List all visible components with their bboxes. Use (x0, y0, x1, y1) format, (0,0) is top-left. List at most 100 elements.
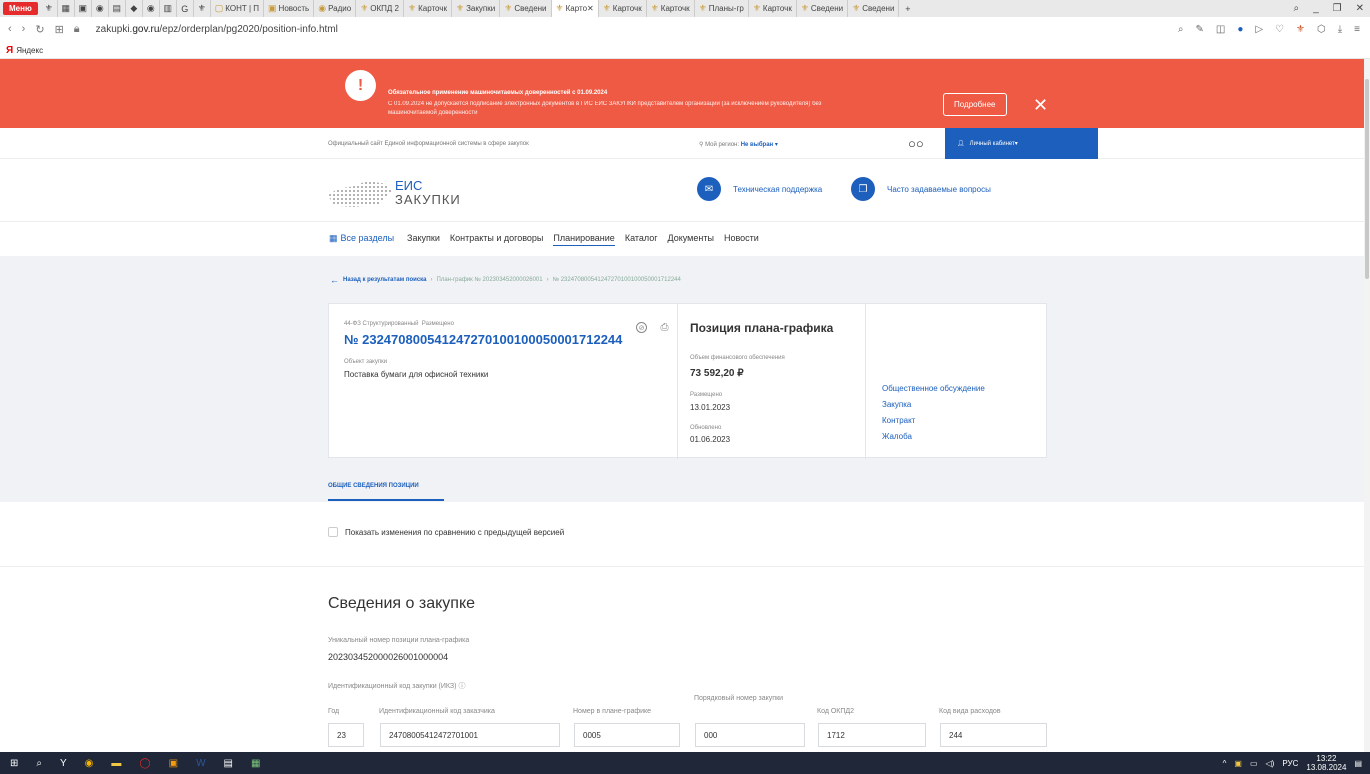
language-indicator[interactable]: РУС (1282, 759, 1298, 768)
info-icon[interactable]: ⓘ (458, 683, 465, 690)
archive-icon[interactable]: ▤ (224, 758, 233, 769)
personal-cabinet-button[interactable]: 👤︎ Личный кабинет ▾ (945, 128, 1098, 159)
network-icon[interactable]: ▭ (1250, 759, 1258, 768)
faq-link[interactable]: ❐ Часто задаваемые вопросы (851, 177, 991, 201)
link-complaint[interactable]: Жалоба (882, 432, 985, 441)
browser-tab[interactable]: ▣ Новость (264, 0, 315, 17)
browser-tab[interactable]: ◉ Радио (314, 0, 357, 17)
back-to-results-link[interactable]: Назад к результатам поиска (343, 277, 427, 283)
shield-icon[interactable]: ● (1237, 24, 1243, 35)
tray-expand-icon[interactable]: ^ (1223, 759, 1227, 768)
field-expense-code[interactable]: 244 (940, 723, 1047, 747)
browser-tab[interactable]: ⚜ Карточк (599, 0, 647, 17)
nav-item-contracts[interactable]: Контракты и договоры (450, 233, 544, 246)
word-icon[interactable]: W (196, 758, 205, 769)
alert-more-button[interactable]: Подробнее (943, 93, 1007, 116)
minimize-icon[interactable]: _ (1313, 3, 1319, 14)
app-icon[interactable]: ▣ (169, 758, 178, 769)
eis-logo[interactable]: ЕИС ЗАКУПКИ (328, 176, 478, 216)
link-purchase[interactable]: Закупка (882, 400, 985, 409)
support-link[interactable]: ✉ Техническая поддержка (697, 177, 822, 201)
back-icon[interactable]: ‹ (8, 23, 12, 36)
pinned-tab-icon[interactable]: ▤ (109, 0, 126, 17)
app-icon[interactable]: ▦ (251, 758, 260, 769)
browser-tab[interactable]: ▢ КОНТ | П (211, 0, 265, 17)
pinned-tab-icon[interactable]: ◆ (126, 0, 143, 17)
speed-dial-icon[interactable]: ⊞ (55, 23, 64, 36)
browser-tab[interactable]: ⚜ Карточк (749, 0, 797, 17)
nav-item-planning[interactable]: Планирование (553, 233, 615, 246)
nav-item-catalog[interactable]: Каталог (625, 233, 658, 246)
search-icon[interactable]: ⌕ (36, 758, 42, 769)
forward-icon[interactable]: › (22, 23, 26, 36)
pinned-tab-icon[interactable]: ◉ (92, 0, 109, 17)
cube-icon[interactable]: ⬡ (1317, 24, 1326, 35)
print-icon[interactable]: ⎙ (659, 322, 670, 333)
tray-app-icon[interactable]: ▣ (1234, 759, 1242, 768)
nav-item-zakupki[interactable]: Закупки (407, 233, 440, 246)
field-order-number[interactable]: 000 (695, 723, 805, 747)
reload-icon[interactable]: ↻ (35, 23, 44, 36)
browser-tab[interactable]: ⚜ Сведени (500, 0, 552, 17)
region-selector[interactable]: ⚲ Мой регион: Не выбран ▾ (699, 141, 778, 148)
nav-item-news[interactable]: Новости (724, 233, 759, 246)
notifications-icon[interactable]: ▤ (1354, 759, 1362, 768)
menu-lines-icon[interactable]: ≡ (1354, 24, 1360, 35)
field-plan-number[interactable]: 0005 (574, 723, 680, 747)
chrome-icon[interactable]: ◉ (85, 758, 94, 769)
new-tab-icon[interactable]: + (899, 0, 916, 17)
clock[interactable]: 13:22 13.08.2024 (1306, 754, 1346, 772)
volume-icon[interactable]: ◁) (1266, 759, 1275, 768)
position-number: № 232470800541247270100100050001712244 (344, 332, 623, 347)
nav-all-sections[interactable]: ▦ Все разделы (329, 233, 397, 246)
windows-start-icon[interactable]: ⊞ (10, 758, 18, 769)
nav-item-documents[interactable]: Документы (668, 233, 714, 246)
accessibility-glasses-icon[interactable]: ○○ (908, 136, 924, 151)
browser-tab[interactable]: ⚜ Карточк (404, 0, 452, 17)
field-year[interactable]: 23 (328, 723, 364, 747)
scrollbar-thumb[interactable] (1365, 79, 1369, 279)
search-tabs-icon[interactable]: ⌕ (1293, 3, 1299, 14)
file-explorer-icon[interactable]: ▬ (111, 758, 121, 769)
show-changes-checkbox[interactable]: Показать изменения по сравнению с предыд… (328, 527, 564, 537)
bookmark-yandex[interactable]: Яндекс (16, 46, 43, 55)
tab-general-info[interactable]: ОБЩИЕ СВЕДЕНИЯ ПОЗИЦИИ (328, 483, 444, 501)
browser-menu-button[interactable]: Меню (3, 2, 38, 15)
restore-icon[interactable]: ❐ (1333, 3, 1342, 14)
field-customer-code[interactable]: 2470800541247270100​1 (380, 723, 560, 747)
browser-tab[interactable]: ⚜ Сведени (797, 0, 849, 17)
pinned-tab-icon[interactable]: ▦ (58, 0, 75, 17)
compass-icon[interactable]: ⊘ (636, 322, 647, 333)
extension-icon[interactable]: ⚜ (1296, 24, 1305, 35)
browser-tab[interactable]: ⚜ Карточк (647, 0, 695, 17)
pinned-tab-icon[interactable]: ⚜ (41, 0, 58, 17)
alert-close-icon[interactable]: ✕ (1033, 95, 1048, 116)
snapshot-icon[interactable]: ◫ (1216, 24, 1225, 35)
pinned-tab-icon[interactable]: ▥ (160, 0, 177, 17)
pinned-tab-icon[interactable]: ◉ (143, 0, 160, 17)
field-okpd2[interactable]: 1712 (818, 723, 926, 747)
url-field[interactable]: zakupki.gov.ru/epz/orderplan/pg2020/posi… (96, 24, 338, 35)
browser-tab[interactable]: ⚜ Планы-гр (695, 0, 749, 17)
tab-close-icon[interactable]: ✕ (587, 4, 594, 13)
browser-tab[interactable]: ⚜ Сведени (848, 0, 900, 17)
browser-tab[interactable]: ⚜ Закупки (452, 0, 501, 17)
search-icon[interactable]: ⌕ (1178, 24, 1184, 35)
browser-tab[interactable]: ⚜ ОКПД 2 (356, 0, 404, 17)
pinned-tab-icon[interactable]: ⚜ (194, 0, 211, 17)
page-scrollbar[interactable] (1364, 59, 1370, 752)
heart-icon[interactable]: ♡ (1275, 24, 1284, 35)
breadcrumb-plan-link[interactable]: План-график № 202303452000026001 (437, 277, 543, 283)
edit-icon[interactable]: ✎ (1195, 24, 1203, 35)
checkbox[interactable] (328, 527, 338, 537)
opera-icon[interactable]: ◯ (139, 758, 150, 769)
download-icon[interactable]: ⤓ (1338, 24, 1342, 35)
yandex-browser-icon[interactable]: Y (60, 758, 67, 769)
close-window-icon[interactable]: ✕ (1356, 3, 1364, 14)
link-public-discussion[interactable]: Общественное обсуждение (882, 384, 985, 393)
link-contract[interactable]: Контракт (882, 416, 985, 425)
play-icon[interactable]: ▷ (1255, 24, 1263, 35)
pinned-tab-icon[interactable]: G (177, 0, 194, 17)
browser-tab-active[interactable]: ⚜ Карто ✕ (551, 0, 599, 17)
pinned-tab-icon[interactable]: ▣ (75, 0, 92, 17)
